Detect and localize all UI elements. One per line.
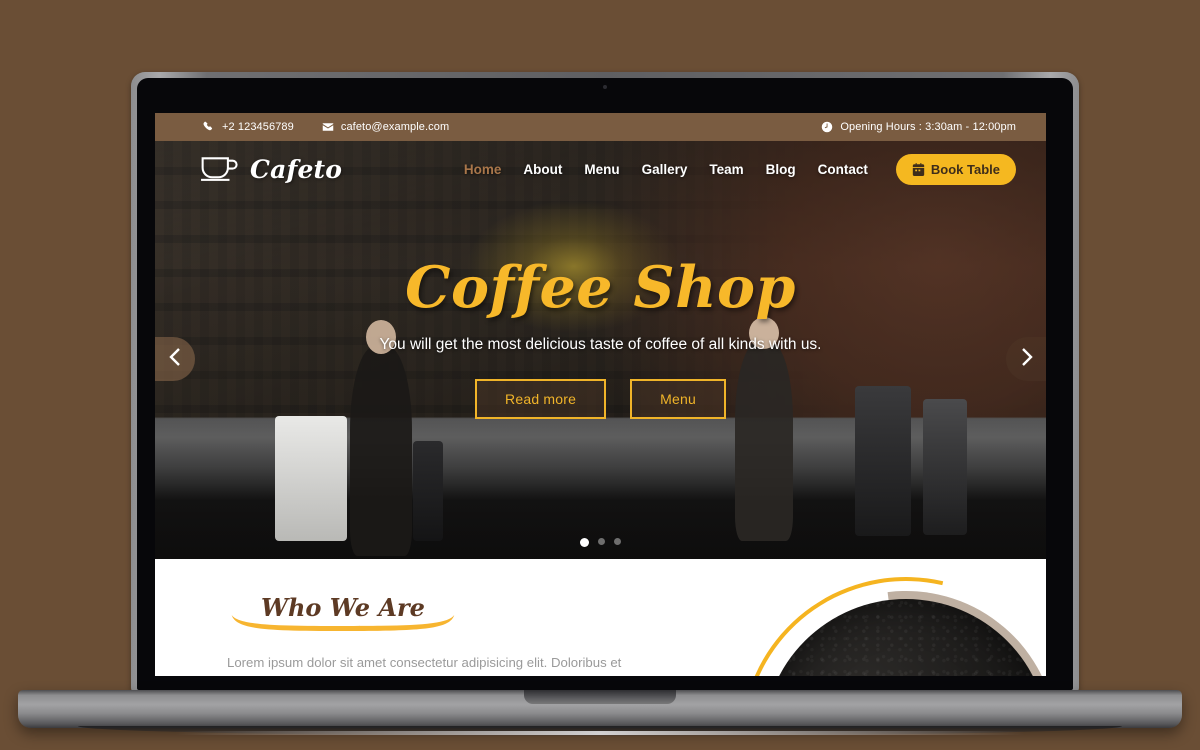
carousel-dot-1[interactable]: [580, 538, 589, 547]
envelope-icon: [322, 121, 334, 133]
topbar-contact-group: +2 123456789 cafeto@example.com: [203, 121, 449, 133]
about-coffee-visual: [678, 559, 1046, 676]
hero-content: Coffee Shop You will get the most delici…: [155, 141, 1046, 559]
read-more-button[interactable]: Read more: [475, 379, 607, 419]
carousel-dot-3[interactable]: [614, 538, 621, 545]
topbar-hours-group: Opening Hours : 3:30am - 12:00pm: [821, 121, 1016, 133]
section-heading-who-we-are: Who We Are: [227, 593, 459, 633]
about-section: Who We Are Lorem ipsum dolor sit amet co…: [155, 559, 1046, 676]
nav-item-blog[interactable]: Blog: [766, 162, 796, 177]
chevron-right-icon: [1018, 346, 1035, 373]
main-navbar: Cafeto Home About Menu Gallery Team Blog…: [155, 141, 1046, 197]
nav-item-menu[interactable]: Menu: [584, 162, 619, 177]
coffee-cup-icon: [199, 152, 241, 187]
browser-viewport: +2 123456789 cafeto@example.com Opening …: [155, 113, 1046, 676]
phone-text: +2 123456789: [222, 121, 294, 133]
opening-hours: Opening Hours : 3:30am - 12:00pm: [821, 121, 1016, 133]
hero-subtitle: You will get the most delicious taste of…: [379, 336, 822, 353]
about-text-column: Who We Are Lorem ipsum dolor sit amet co…: [227, 593, 667, 676]
phone-contact[interactable]: +2 123456789: [203, 121, 294, 133]
brand-name: Cafeto: [250, 154, 343, 184]
opening-hours-text: Opening Hours : 3:30am - 12:00pm: [840, 121, 1016, 133]
email-text: cafeto@example.com: [340, 121, 450, 133]
hero-button-group: Read more Menu: [475, 379, 726, 419]
hero-carousel: Cafeto Home About Menu Gallery Team Blog…: [155, 141, 1046, 559]
book-table-label: Book Table: [930, 161, 1000, 177]
chevron-left-icon: [167, 346, 184, 373]
about-paragraph: Lorem ipsum dolor sit amet consectetur a…: [227, 655, 622, 670]
top-utility-bar: +2 123456789 cafeto@example.com Opening …: [155, 113, 1046, 141]
nav-item-gallery[interactable]: Gallery: [642, 162, 688, 177]
email-contact[interactable]: cafeto@example.com: [322, 121, 449, 133]
carousel-next-button[interactable]: [1006, 337, 1046, 381]
nav-item-home[interactable]: Home: [464, 162, 502, 177]
clock-icon: [821, 121, 833, 133]
carousel-indicators: [155, 538, 1046, 547]
heading-swoosh-decoration: [227, 611, 459, 633]
carousel-dot-2[interactable]: [598, 538, 605, 545]
calendar-icon: [912, 162, 925, 176]
laptop-base-highlight: [175, 731, 1025, 735]
nav-item-contact[interactable]: Contact: [818, 162, 868, 177]
menu-button[interactable]: Menu: [630, 379, 726, 419]
laptop-base-notch: [524, 690, 676, 704]
nav-item-about[interactable]: About: [523, 162, 562, 177]
laptop-mockup: +2 123456789 cafeto@example.com Opening …: [0, 0, 1200, 750]
nav-menu: Home About Menu Gallery Team Blog Contac…: [464, 153, 1016, 185]
phone-icon: [203, 121, 215, 133]
webcam-dot: [603, 85, 607, 89]
nav-item-team[interactable]: Team: [709, 162, 743, 177]
hero-title: Coffee Shop: [405, 254, 796, 321]
brand-logo[interactable]: Cafeto: [199, 152, 342, 187]
book-table-button[interactable]: Book Table: [895, 153, 1016, 185]
